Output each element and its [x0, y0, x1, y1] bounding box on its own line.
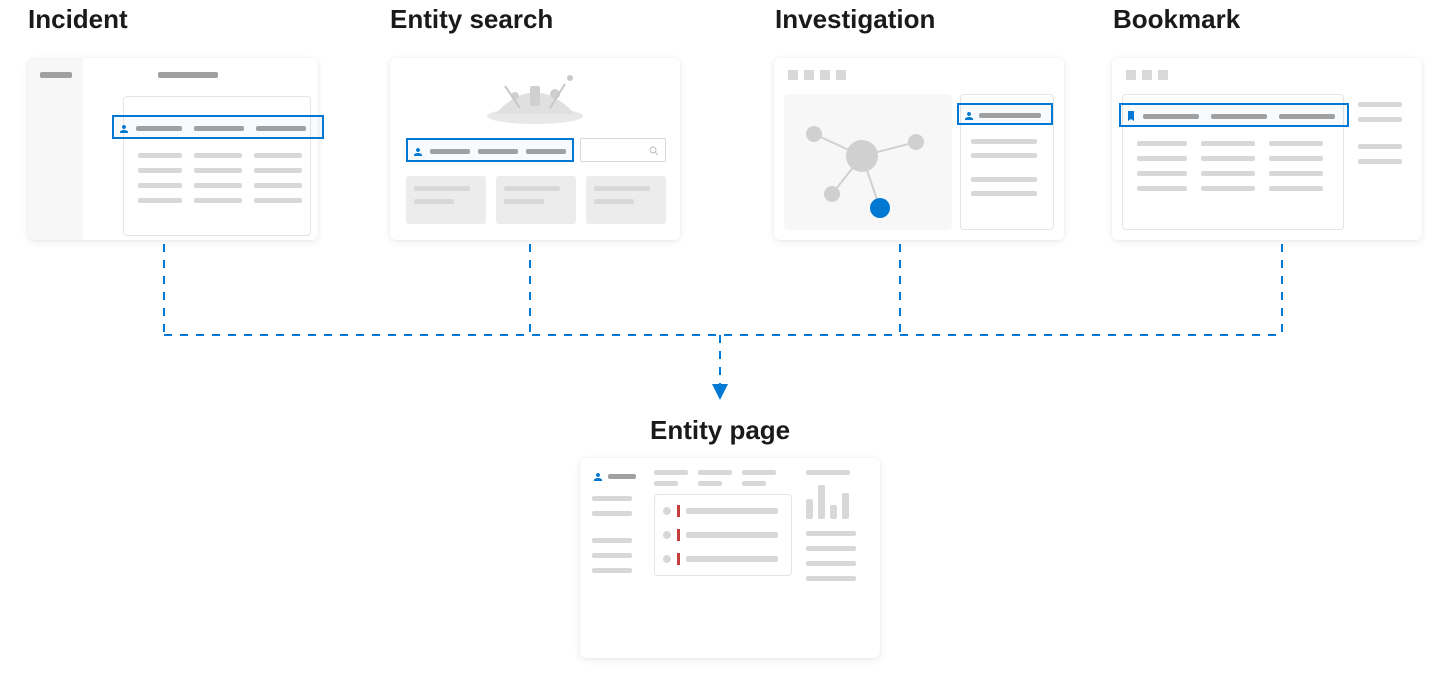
incident-entity-row[interactable]	[112, 115, 324, 139]
investigation-graph[interactable]	[784, 94, 952, 230]
incident-card	[28, 58, 318, 240]
user-icon	[412, 145, 424, 157]
bookmark-icon	[1125, 109, 1137, 123]
investigation-entity-row[interactable]	[957, 103, 1053, 125]
incident-label: Incident	[28, 4, 128, 35]
alert-row[interactable]	[663, 529, 783, 541]
entity-search-label: Entity search	[390, 4, 553, 35]
entity-search-result[interactable]	[406, 138, 574, 162]
search-illustration	[475, 66, 595, 126]
entity-page-label: Entity page	[650, 415, 790, 446]
user-icon	[963, 109, 975, 121]
entity-page-card	[580, 458, 880, 658]
alert-row[interactable]	[663, 553, 783, 565]
alerts-list	[654, 494, 792, 576]
search-icon	[648, 144, 660, 156]
bookmark-card	[1112, 58, 1422, 240]
investigation-label: Investigation	[775, 4, 935, 35]
bookmark-label: Bookmark	[1113, 4, 1240, 35]
window-controls	[1126, 70, 1168, 80]
user-icon	[592, 470, 604, 482]
user-icon	[118, 122, 130, 134]
bookmark-entity-row[interactable]	[1119, 103, 1349, 127]
search-input-box[interactable]	[580, 138, 666, 162]
entity-search-card	[390, 58, 680, 240]
alert-row[interactable]	[663, 505, 783, 517]
investigation-card	[774, 58, 1064, 240]
bar-chart-icon	[806, 483, 868, 519]
window-controls	[788, 70, 846, 80]
